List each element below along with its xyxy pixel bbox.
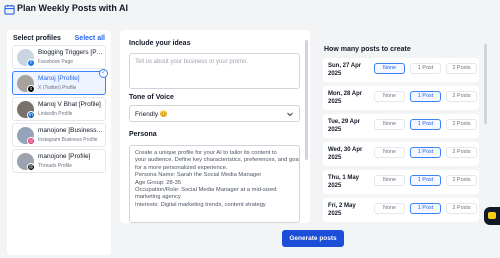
option-2-posts-button[interactable]: 2 Posts xyxy=(446,147,477,158)
option-none-button[interactable]: None xyxy=(374,175,405,186)
persona-label: Persona xyxy=(129,131,157,138)
option-none-button[interactable]: None xyxy=(374,91,405,102)
option-1-post-button[interactable]: 1 Post xyxy=(410,119,441,130)
option-none-button[interactable]: None xyxy=(374,147,405,158)
option-2-posts-button[interactable]: 2 Posts xyxy=(446,175,477,186)
persona-line: Occupation/Role: Social Media Manager at… xyxy=(135,187,277,194)
select-all-link[interactable]: Select all xyxy=(75,35,105,42)
profile-name: Manoj [Profile] xyxy=(38,75,80,82)
profile-name: manojone [Business Pro... xyxy=(38,127,104,134)
option-1-post-button[interactable]: 1 Post xyxy=(410,63,441,74)
schedule-day-row: Mon, 28 Apr 2025 None 1 Post 2 Posts xyxy=(323,86,479,110)
persona-line: Age Group: 28-35 xyxy=(135,179,182,186)
option-1-post-button[interactable]: 1 Post xyxy=(410,91,441,102)
day-date-line: Tue, 29 Apr xyxy=(328,119,361,125)
option-2-posts-button[interactable]: 2 Posts xyxy=(446,63,477,74)
option-1-post-button[interactable]: 1 Post xyxy=(410,175,441,186)
option-none-button[interactable]: None xyxy=(374,63,405,74)
chevron-down-icon xyxy=(287,112,293,117)
profile-item-blogging-triggers[interactable]: f Blogging Triggers [Page] Facebook Page xyxy=(12,45,106,69)
profile-platform: Instagram Business Profile xyxy=(38,137,98,143)
day-date: Fri, 2 May 2025 xyxy=(328,202,372,218)
day-date: Tue, 29 Apr 2025 xyxy=(328,118,372,134)
check-icon: ✓ xyxy=(99,69,108,78)
option-2-posts-button[interactable]: 2 Posts xyxy=(446,119,477,130)
day-date: Thu, 1 May 2025 xyxy=(328,174,372,190)
day-year-line: 2025 xyxy=(328,183,342,189)
persona-line: Create a unique profile for your AI to t… xyxy=(135,150,277,156)
tone-value: Friendly 😊 xyxy=(135,111,169,118)
profile-item-manojone-threads[interactable]: @ manojone [Profile] Threads Profile xyxy=(12,149,106,173)
persona-textarea[interactable]: Create a unique profile for your AI to t… xyxy=(129,145,300,223)
day-date-line: Fri, 2 May xyxy=(328,203,356,209)
day-date: Mon, 28 Apr 2025 xyxy=(328,90,372,106)
profile-name: Blogging Triggers [Page] xyxy=(38,49,104,56)
day-year-line: 2025 xyxy=(328,211,342,217)
ideas-label: Include your ideas xyxy=(129,40,191,47)
day-year-line: 2025 xyxy=(328,99,342,105)
option-1-post-button[interactable]: 1 Post xyxy=(410,203,441,214)
profile-name: manojone [Profile] xyxy=(38,153,91,160)
schedule-day-row: Thu, 1 May 2025 None 1 Post 2 Posts xyxy=(323,170,479,194)
schedule-day-row: Sun, 27 Apr 2025 None 1 Post 2 Posts xyxy=(323,58,479,82)
day-date-line: Thu, 1 May xyxy=(328,175,360,181)
calendar-icon xyxy=(4,4,15,15)
profile-item-manoj-x[interactable]: x Manoj [Profile] X (Twitter) Profile ✓ xyxy=(12,69,108,95)
day-year-line: 2025 xyxy=(328,155,342,161)
day-date: Sun, 27 Apr 2025 xyxy=(328,62,372,78)
day-year-line: 2025 xyxy=(328,127,342,133)
page-title: Plan Weekly Posts with AI xyxy=(17,3,129,13)
chat-widget-button[interactable] xyxy=(484,207,500,225)
profile-item-manojone-instagram[interactable]: ◎ manojone [Business Pro... Instagram Bu… xyxy=(12,123,106,147)
day-date: Wed, 30 Apr 2025 xyxy=(328,146,372,162)
linkedin-icon: in xyxy=(27,111,35,119)
option-2-posts-button[interactable]: 2 Posts xyxy=(446,203,477,214)
facebook-icon: f xyxy=(27,59,35,67)
persona-line: Persona Name: Sarah the Social Media Man… xyxy=(135,172,262,179)
day-date-line: Mon, 28 Apr xyxy=(328,91,363,97)
threads-icon: @ xyxy=(27,163,35,171)
post-settings-form: Include your ideas Tell us about your bu… xyxy=(120,30,310,223)
day-date-line: Wed, 30 Apr xyxy=(328,147,363,153)
top-bar: Plan Weekly Posts with AI xyxy=(0,0,500,22)
instagram-icon: ◎ xyxy=(27,137,35,145)
persona-line: your audience. Define key characteristic… xyxy=(135,157,300,164)
schedule-heading: How many posts to create xyxy=(324,46,411,53)
ideas-placeholder: Tell us about your business or your prom… xyxy=(135,59,249,65)
schedule-day-row: Wed, 30 Apr 2025 None 1 Post 2 Posts xyxy=(323,142,479,166)
option-2-posts-button[interactable]: 2 Posts xyxy=(446,91,477,102)
schedule-day-row: Fri, 2 May 2025 None 1 Post 2 Posts xyxy=(323,198,479,222)
profiles-heading: Select profiles xyxy=(13,35,61,42)
profile-platform: Threads Profile xyxy=(38,163,72,169)
persona-line: Interests: Digital marketing trends, con… xyxy=(135,201,266,208)
chat-icon xyxy=(488,212,496,219)
ideas-textarea[interactable]: Tell us about your business or your prom… xyxy=(129,53,300,89)
day-date-line: Sun, 27 Apr xyxy=(328,63,362,69)
profile-platform: X (Twitter) Profile xyxy=(38,85,77,91)
option-1-post-button[interactable]: 1 Post xyxy=(410,147,441,158)
option-none-button[interactable]: None xyxy=(374,119,405,130)
profiles-panel: Select profiles Select all f Blogging Tr… xyxy=(7,30,111,255)
x-twitter-icon: x xyxy=(27,85,35,93)
profile-item-manoj-linkedin[interactable]: in Manoj V Bhat [Profile] LinkedIn Profi… xyxy=(12,97,106,121)
schedule-day-row: Tue, 29 Apr 2025 None 1 Post 2 Posts xyxy=(323,114,479,138)
generate-posts-button[interactable]: Generate posts xyxy=(282,230,344,247)
persona-line: for a more personalized experience. xyxy=(135,164,228,171)
schedule-panel: How many posts to create Sun, 27 Apr 2025… xyxy=(318,40,488,222)
persona-line: marketing agency xyxy=(135,194,181,201)
profile-platform: LinkedIn Profile xyxy=(38,111,73,117)
form-scrollbar[interactable] xyxy=(305,40,308,160)
schedule-scrollbar[interactable] xyxy=(484,44,487,124)
option-none-button[interactable]: None xyxy=(374,203,405,214)
profile-platform: Facebook Page xyxy=(38,59,74,65)
day-year-line: 2025 xyxy=(328,71,342,77)
tone-select[interactable]: Friendly 😊 xyxy=(129,105,300,122)
profile-name: Manoj V Bhat [Profile] xyxy=(38,101,101,108)
tone-label: Tone of Voice xyxy=(129,94,174,101)
